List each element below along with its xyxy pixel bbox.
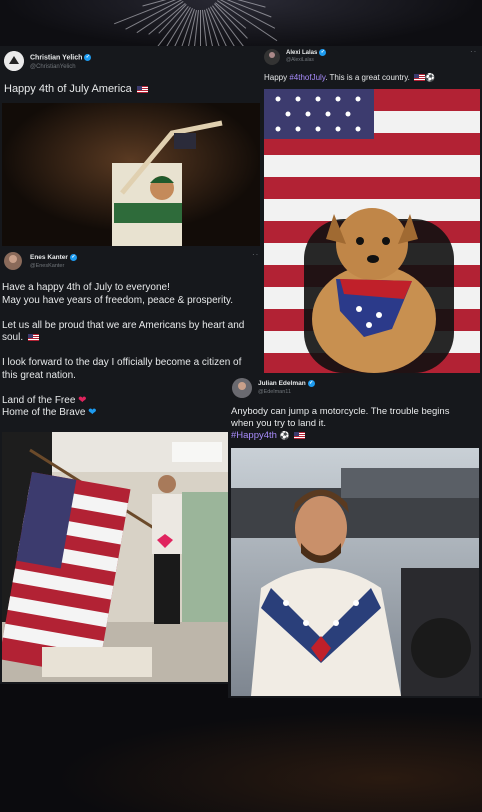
us-flag-icon [294, 431, 306, 439]
tweet-media-photo[interactable] [231, 448, 479, 696]
tweet-text: Anybody can jump a motorcycle. The troub… [231, 406, 450, 441]
avatar[interactable] [4, 51, 24, 71]
us-flag-icon [136, 85, 148, 93]
author-handle[interactable]: @AlexiLalas [286, 57, 314, 63]
avatar[interactable] [4, 252, 22, 270]
verified-badge-icon: ✓ [319, 49, 327, 56]
blue-heart-icon: ❤ [88, 407, 97, 418]
man-holding-flag-image [2, 432, 228, 682]
tweet-card-lalas[interactable]: Alexi Lalas ✓ @AlexiLalas ·· Happy #4thof… [262, 46, 482, 374]
dog-with-flag-image [264, 89, 480, 373]
soccer-ball-icon: ⚽ [279, 431, 290, 440]
tweet-text: Have a happy 4th of July to everyone! Ma… [2, 282, 245, 418]
hashtag-link[interactable]: #Happy4th [231, 430, 277, 441]
avatar-photo-icon [232, 378, 252, 398]
verified-badge-icon: ✓ [307, 380, 315, 387]
baseball-player-flag-image [2, 103, 260, 246]
author-name[interactable]: Alexi Lalas ✓ [286, 49, 327, 56]
tweet-card-yelich[interactable]: Christian Yelich ✓ @ChristianYelich Happy… [0, 46, 262, 250]
more-options-icon[interactable]: ·· [470, 47, 477, 56]
tweet-card-kanter[interactable]: Enes Kanter ✓ @EnesKanter ·· Have a happy… [0, 248, 262, 684]
author-handle[interactable]: @ChristianYelich [30, 64, 76, 70]
us-flag-icon [27, 333, 39, 341]
man-in-stunt-suit-image [231, 448, 479, 696]
author-handle[interactable]: @EnesKanter [30, 263, 64, 269]
tweet-card-edelman[interactable]: Julian Edelman ✓ @Edelman11 Anybody can j… [228, 374, 482, 698]
red-heart-icon: ❤ [78, 394, 87, 406]
hashtag-link[interactable]: #4thofJuly [289, 73, 325, 82]
author-name[interactable]: Enes Kanter ✓ [30, 254, 77, 261]
fireworks-background-bottom [0, 700, 482, 812]
tweet-media-photo[interactable] [264, 89, 480, 373]
soccer-ball-icon: ⚽ [425, 73, 436, 82]
author-name[interactable]: Julian Edelman ✓ [258, 380, 315, 387]
author-handle[interactable]: @Edelman11 [258, 389, 291, 395]
avatar-logo-icon [4, 51, 24, 71]
more-options-icon[interactable]: ·· [252, 250, 259, 259]
tweet-text: Happy #4thofJuly. This is a great countr… [264, 73, 436, 82]
verified-badge-icon: ✓ [69, 254, 77, 261]
avatar[interactable] [232, 378, 252, 398]
avatar-photo-icon [4, 252, 22, 270]
author-name[interactable]: Christian Yelich ✓ [30, 54, 92, 61]
tweet-media-photo[interactable] [2, 103, 260, 246]
us-flag-icon [414, 74, 426, 82]
avatar-photo-icon [264, 49, 280, 65]
tweet-text: Happy 4th of July America [4, 83, 148, 96]
verified-badge-icon: ✓ [84, 54, 92, 61]
tweet-media-photo[interactable] [2, 432, 228, 682]
avatar[interactable] [264, 49, 280, 65]
